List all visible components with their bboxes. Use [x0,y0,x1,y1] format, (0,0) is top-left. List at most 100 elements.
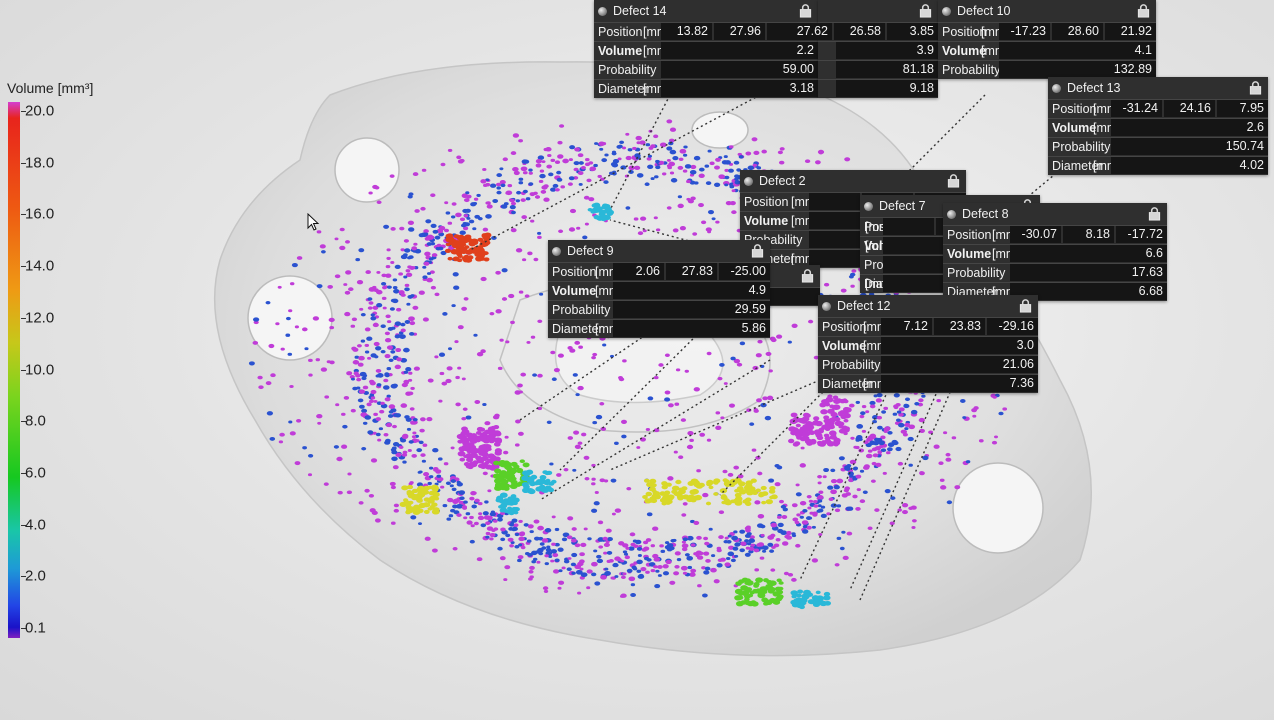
defect-title: Defect 8 [962,207,1009,221]
position-value [769,288,820,305]
defect-panel-header[interactable]: Defect 12 [818,295,1038,317]
lock-icon[interactable] [1248,80,1263,95]
legend-label: 20.0 [25,102,55,120]
position-value: -17.23 [999,23,1050,40]
row-probability: Probability 17.63 [943,263,1167,282]
row-volume: Volume [mm³] 2.6 [1048,118,1268,137]
volume-label: Volume [942,44,987,58]
legend-label: 18.0 [25,154,55,172]
visibility-dot-icon[interactable] [864,201,873,211]
volume-value: 6.6 [1010,245,1167,262]
row-volume: Volume [mm³] 3.0 [818,336,1038,355]
visibility-dot-icon[interactable] [1052,83,1061,93]
defect-panel-defect-12[interactable]: Defect 12 Position [mm] 7.12 23.83 -29.16 Volu… [818,295,1038,393]
defect-panel-defect-panel-partial-1[interactable]: 27.62 26.58 3.85 3.9 81.18 9.18 [781,0,938,98]
row-diameter: Diameter [mm] 5.86 [548,319,770,338]
position-value [883,218,934,235]
defect-panel-defect-9[interactable]: Defect 9 Position [mm] 2.06 27.83 -25.00 Volum… [548,240,770,338]
volume-label: Volume [744,214,789,228]
legend-label: 8.0 [25,412,46,430]
position-value: 2.06 [613,263,664,280]
defect-panel-defect-13[interactable]: Defect 13 Position [mm] -31.24 24.16 7.95 Volu… [1048,77,1268,175]
defect-title: Defect 2 [759,174,806,188]
visibility-dot-icon[interactable] [552,246,561,256]
position-value: 13.82 [661,23,712,40]
defect-panel-defect-8[interactable]: Defect 8 Position [mm] -30.07 8.18 -17.72 Volu… [943,203,1167,301]
position-value: 27.62 [781,23,832,40]
defect-title: Defect 10 [957,4,1011,18]
row-volume: Volume [mm³] 4.1 [938,41,1156,60]
position-value: -17.72 [1116,226,1167,243]
defect-panel-defect-14[interactable]: Defect 14Position[mm]13.8227.9623.86Volu… [594,0,818,98]
lock-icon[interactable] [800,268,815,283]
visibility-dot-icon[interactable] [947,209,956,219]
row-probability: Probability 150.74 [1048,137,1268,156]
color-scale-bar [8,102,20,638]
position-label: Position [598,25,643,39]
volume-value: 2.6 [1111,119,1268,136]
probability-value: 17.63 [1010,264,1167,281]
row-probability: Probability 59.00 [594,60,818,79]
volume-value: 4.9 [613,282,770,299]
defect-panel-header[interactable]: Defect 10 [938,0,1156,22]
visibility-dot-icon[interactable] [598,6,607,16]
volume-label: Volume [552,284,597,298]
legend-label: 2.0 [25,567,46,585]
lock-icon[interactable] [750,243,765,258]
probability-label: Probability [822,358,881,372]
position-label: Position [744,195,789,209]
volume-value: 4.1 [999,42,1156,59]
row-position: Position [mm] -17.23 28.60 21.92 [938,22,1156,41]
position-value: 3.85 [887,23,938,40]
position-label: Position [822,320,867,334]
probability-value: 59.00 [661,61,818,78]
visibility-dot-icon[interactable] [942,6,951,16]
row-position: Position [mm] -30.07 8.18 -17.72 [943,225,1167,244]
probability-value: 132.89 [999,61,1156,78]
defect-panel-header[interactable]: Defect 2 [740,170,966,192]
defect-panel-defect-10[interactable]: Defect 10 Position [mm] -17.23 28.60 21.92 Vol… [938,0,1156,79]
diameter-value: 9.18 [836,80,938,97]
defect-panel-header[interactable]: Defect 8 [943,203,1167,225]
position-label: Position [942,25,987,39]
defect-panel-header[interactable]: Defect 13 [1048,77,1268,99]
position-value: 7.95 [1217,100,1268,117]
lock-icon[interactable] [1136,3,1151,18]
row-position: Position [mm] -31.24 24.16 7.95 [1048,99,1268,118]
probability-label: Probability [552,303,611,317]
position-value: 24.16 [1164,100,1215,117]
position-value: 28.60 [1052,23,1103,40]
defect-title: Defect 7 [879,199,926,213]
row-diameter: Diameter [mm] 3.18 [594,79,818,98]
defect-title: Defect 14 [613,4,667,18]
probability-label: Probability [598,63,657,77]
row-diameter: Diameter [mm] 7.36 [818,374,1038,393]
lock-icon[interactable] [1147,206,1162,221]
volume-value: 3.0 [881,337,1038,354]
defect-panel-header[interactable] [818,0,938,22]
probability-label: Probability [947,266,1006,280]
defect-panel-header[interactable]: Defect 9 [548,240,770,262]
diameter-value: 7.36 [881,375,1038,392]
row-position: 27.62 26.58 3.85 [781,22,938,41]
legend-label: 10.0 [25,361,55,378]
diameter-value: 3.18 [661,80,818,97]
mouse-cursor-icon [307,213,320,231]
position-value: 23.83 [934,318,985,335]
legend-label: 0.1 [25,619,46,637]
lock-icon[interactable] [1018,298,1033,313]
defect-title: Defect 13 [1067,81,1121,95]
defect-panel-header[interactable]: Defect 14 [594,0,818,22]
visibility-dot-icon[interactable] [744,176,753,186]
volume-label: Volume [1052,121,1097,135]
lock-icon[interactable] [946,173,961,188]
probability-value: 81.18 [836,61,938,78]
visibility-dot-icon[interactable] [822,301,831,311]
lock-icon[interactable] [918,3,933,18]
position-value: 26.58 [834,23,885,40]
3d-viewport[interactable]: Volume [mm³] 20.0 18.0 16.0 14.0 12.0 10.0 8.0… [0,0,1274,720]
lock-icon[interactable] [798,3,813,18]
row-probability: Probability 21.06 [818,355,1038,374]
position-value: -25.00 [719,263,770,280]
defect-title: Defect 12 [837,299,891,313]
